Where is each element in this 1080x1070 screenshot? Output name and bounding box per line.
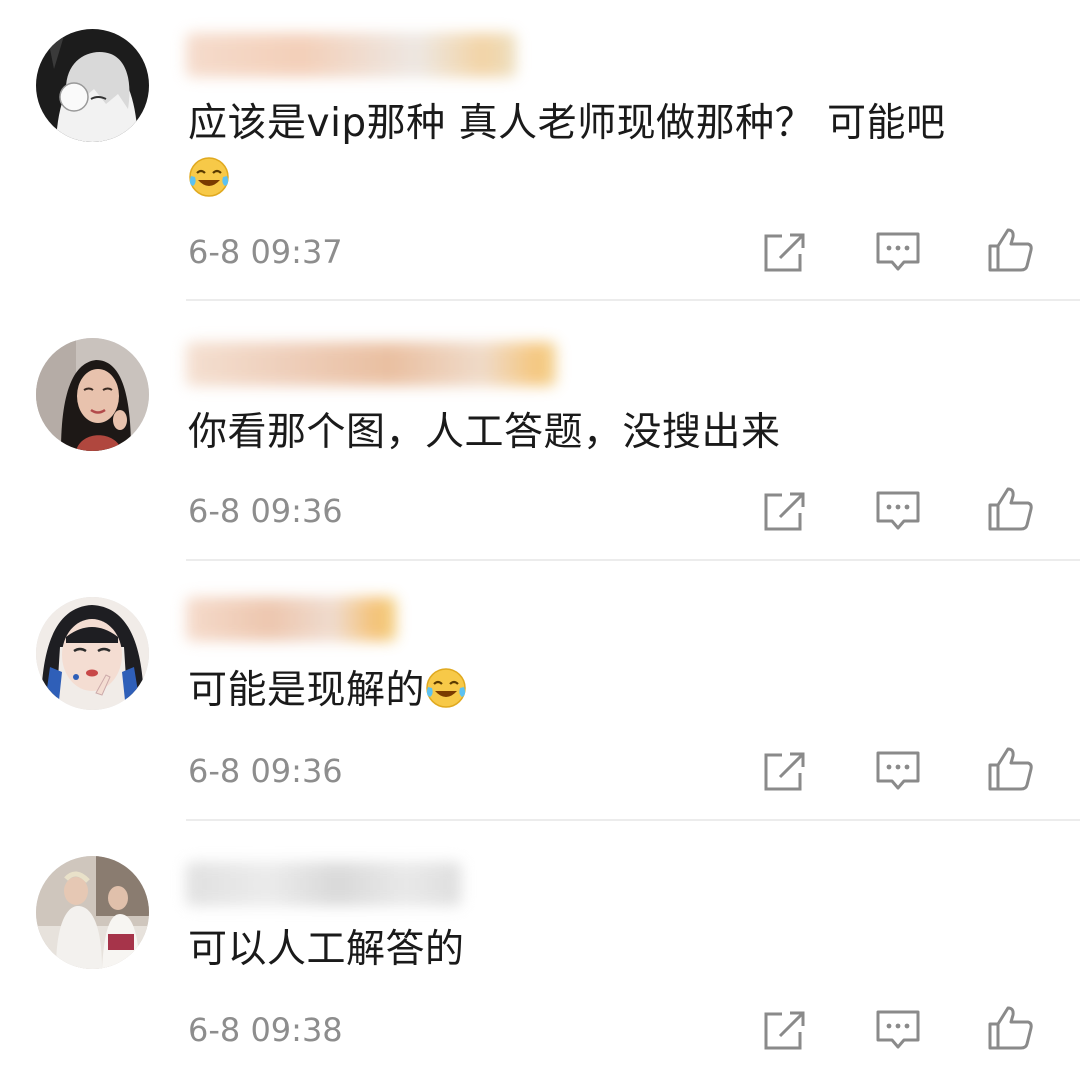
comment-item: 可能是现解的 6-8 09:36: [0, 560, 1080, 821]
repost-icon: [764, 233, 805, 272]
user-avatar[interactable]: [36, 856, 149, 969]
repost-icon: [764, 492, 805, 531]
user-avatar[interactable]: [36, 29, 149, 142]
comment-icon: [876, 1010, 920, 1049]
thumbs-up-icon: [988, 228, 1033, 272]
user-avatar[interactable]: [36, 338, 149, 451]
reply-button[interactable]: [874, 228, 922, 276]
comment-text: 你看那个图，人工答题，没搜出来: [188, 405, 781, 461]
comment-text: 可以人工解答的: [188, 922, 465, 978]
reply-button[interactable]: [874, 747, 922, 795]
comment-icon: [876, 232, 920, 271]
comment-item: 可以人工解答的 6-8 09:38: [0, 820, 1080, 1070]
repost-button[interactable]: [760, 487, 808, 535]
like-button[interactable]: [986, 1004, 1034, 1052]
comment-time: 6-8 09:38: [188, 1011, 343, 1049]
blurred-username[interactable]: [186, 342, 556, 386]
blurred-username[interactable]: [186, 33, 516, 77]
like-button[interactable]: [986, 226, 1034, 274]
comment-icon: [876, 751, 920, 790]
avatar-illustrated-girl-icon: [36, 597, 149, 710]
comment-time: 6-8 09:36: [188, 752, 343, 790]
comment-text: 可能是现解的: [188, 663, 467, 719]
avatar-woman-photo-icon: [36, 338, 149, 451]
thumbs-up-icon: [988, 1006, 1033, 1050]
thumbs-up-icon: [988, 487, 1033, 531]
blurred-username[interactable]: [186, 597, 396, 641]
repost-button[interactable]: [760, 1006, 808, 1054]
comment-time: 6-8 09:36: [188, 492, 343, 530]
repost-icon: [764, 752, 805, 791]
avatar-group-photo-icon: [36, 856, 149, 969]
repost-icon: [764, 1011, 805, 1050]
reply-button[interactable]: [874, 487, 922, 535]
comment-text-content: 可能是现解的: [188, 668, 426, 713]
comment-text-content: 应该是vip那种 真人老师现做那种？ 可能吧: [188, 101, 946, 146]
comment-text: 应该是vip那种 真人老师现做那种？ 可能吧: [188, 96, 945, 152]
comment-text-line2: [188, 152, 230, 208]
avatar-anime-girl-icon: [36, 29, 149, 142]
like-button[interactable]: [986, 485, 1034, 533]
comment-text-content: 你看那个图，人工答题，没搜出来: [188, 410, 781, 455]
laughing-crying-emoji-icon: [188, 156, 230, 198]
laughing-crying-emoji-icon: [425, 667, 467, 709]
blurred-username[interactable]: [186, 862, 461, 906]
comment-icon: [876, 491, 920, 530]
user-avatar[interactable]: [36, 597, 149, 710]
like-button[interactable]: [986, 745, 1034, 793]
thumbs-up-icon: [988, 747, 1033, 791]
comment-item: 你看那个图，人工答题，没搜出来 6-8 09:36: [0, 300, 1080, 561]
comment-text-content: 可以人工解答的: [188, 927, 465, 972]
reply-button[interactable]: [874, 1006, 922, 1054]
repost-button[interactable]: [760, 228, 808, 276]
comment-item: 应该是vip那种 真人老师现做那种？ 可能吧 6-8 09:37: [0, 0, 1080, 301]
comment-time: 6-8 09:37: [188, 233, 343, 271]
repost-button[interactable]: [760, 747, 808, 795]
